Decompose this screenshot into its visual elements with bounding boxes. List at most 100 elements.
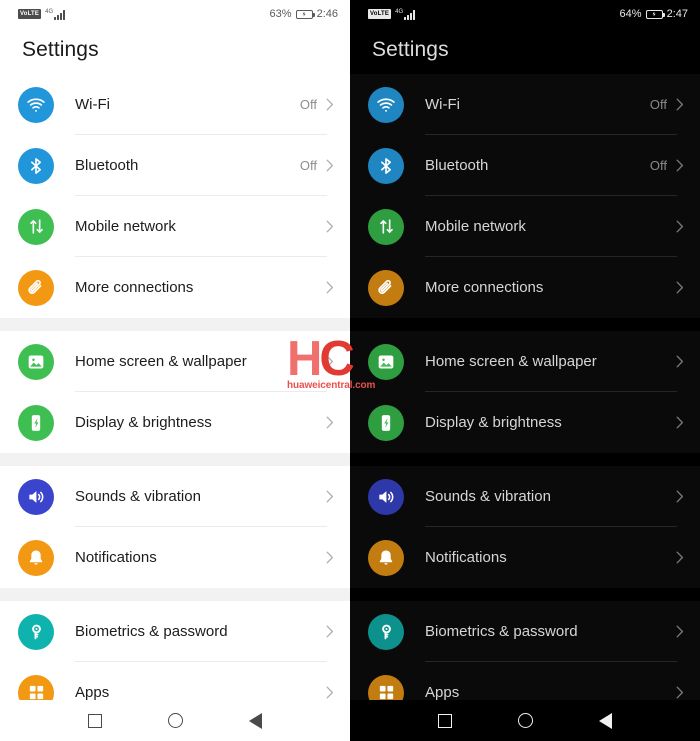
settings-row-label: Mobile network (75, 218, 176, 235)
chevron-right-icon (676, 490, 684, 503)
signal-bars-icon: 4G (45, 8, 66, 20)
settings-group: Sounds & vibration Notifications (350, 466, 700, 588)
settings-row-label: Display & brightness (425, 414, 562, 431)
recents-square-icon[interactable] (434, 710, 456, 732)
settings-row-value: Off (649, 97, 667, 112)
bluetooth-icon (18, 147, 54, 184)
chevron-right-icon (326, 98, 334, 111)
settings-row-label: Bluetooth (425, 157, 489, 174)
mobile-network-icon (18, 208, 54, 245)
wallpaper-icon (368, 343, 404, 380)
chevron-right-icon (676, 159, 684, 172)
battery-charging-icon (295, 9, 315, 19)
settings-row-label: Apps (425, 684, 460, 701)
paperclip-icon (18, 269, 54, 306)
settings-row[interactable]: Bluetooth Off (0, 135, 350, 196)
chevron-right-icon (326, 416, 334, 429)
chevron-right-icon (326, 686, 334, 699)
settings-row-value: Off (649, 158, 667, 173)
home-circle-icon[interactable] (164, 710, 186, 732)
battery-percent: 64% (619, 8, 642, 20)
signal-bars-icon: 4G (395, 8, 416, 20)
settings-row-label: Wi-Fi (425, 96, 460, 113)
section-gap (350, 588, 700, 601)
bell-icon (18, 539, 54, 576)
settings-row-label: More connections (75, 279, 194, 296)
settings-row-label: Wi-Fi (75, 96, 110, 113)
settings-group: Wi-Fi Off Bluetooth Off Mobile network More c… (0, 74, 350, 318)
settings-row-value: Off (299, 97, 317, 112)
clock: 2:46 (316, 8, 338, 20)
settings-row[interactable]: Home screen & wallpaper (350, 331, 700, 392)
mobile-network-icon (368, 208, 404, 245)
phone-panel-light: VoLTE 4G 63% 2:46 Settings Wi-Fi Off Bluetooth O… (0, 0, 350, 741)
settings-row[interactable]: Wi-Fi Off (0, 74, 350, 135)
settings-row[interactable]: Home screen & wallpaper (0, 331, 350, 392)
key-icon (18, 613, 54, 650)
status-bar-right: 64% 2:47 (620, 8, 688, 20)
network-type-label: 4G (395, 8, 404, 15)
status-bar-left: VoLTE 4G (18, 8, 66, 20)
settings-row[interactable]: Mobile network (350, 196, 700, 257)
settings-row[interactable]: Display & brightness (350, 392, 700, 453)
section-gap (0, 588, 350, 601)
settings-row[interactable]: Bluetooth Off (350, 135, 700, 196)
volte-icon: VoLTE (18, 9, 42, 19)
settings-row-label: Mobile network (425, 218, 526, 235)
phone-panel-dark: VoLTE 4G 64% 2:47 Settings Wi-Fi Off Bluetooth O… (350, 0, 700, 741)
wifi-icon (18, 86, 54, 123)
settings-group: Sounds & vibration Notifications (0, 466, 350, 588)
settings-row-label: Notifications (75, 549, 157, 566)
chevron-right-icon (326, 355, 334, 368)
dual-screenshot-comparison: VoLTE 4G 63% 2:46 Settings Wi-Fi Off Bluetooth O… (0, 0, 700, 741)
volte-icon: VoLTE (368, 9, 392, 19)
settings-row[interactable]: Wi-Fi Off (350, 74, 700, 135)
chevron-right-icon (676, 686, 684, 699)
settings-row-label: Biometrics & password (425, 623, 578, 640)
settings-row-label: Notifications (425, 549, 507, 566)
signal-bars (54, 9, 66, 20)
section-gap (0, 318, 350, 331)
chevron-right-icon (326, 220, 334, 233)
home-circle-icon[interactable] (514, 710, 536, 732)
settings-row[interactable]: Mobile network (0, 196, 350, 257)
clock: 2:47 (666, 8, 688, 20)
settings-row-label: Sounds & vibration (425, 488, 551, 505)
bluetooth-icon (368, 147, 404, 184)
settings-row[interactable]: Biometrics & password (350, 601, 700, 662)
settings-row[interactable]: Notifications (0, 527, 350, 588)
back-triangle-icon[interactable] (594, 710, 616, 732)
settings-row[interactable]: More connections (350, 257, 700, 318)
chevron-right-icon (326, 551, 334, 564)
settings-row-label: Biometrics & password (75, 623, 228, 640)
back-triangle-icon[interactable] (244, 710, 266, 732)
settings-row[interactable]: More connections (0, 257, 350, 318)
battery-charging-icon (645, 9, 665, 19)
settings-row[interactable]: Biometrics & password (0, 601, 350, 662)
speaker-icon (18, 478, 54, 515)
chevron-right-icon (326, 281, 334, 294)
chevron-right-icon (676, 220, 684, 233)
settings-row-label: Home screen & wallpaper (75, 353, 247, 370)
chevron-right-icon (676, 551, 684, 564)
settings-group: Home screen & wallpaper Display & brightn… (0, 331, 350, 453)
key-icon (368, 613, 404, 650)
settings-row-label: Bluetooth (75, 157, 139, 174)
settings-row-label: More connections (425, 279, 544, 296)
network-type-label: 4G (45, 8, 54, 15)
settings-row[interactable]: Display & brightness (0, 392, 350, 453)
section-gap (0, 453, 350, 466)
recents-square-icon[interactable] (84, 710, 106, 732)
settings-group: Wi-Fi Off Bluetooth Off Mobile network More c… (350, 74, 700, 318)
chevron-right-icon (326, 159, 334, 172)
status-bar: VoLTE 4G 63% 2:46 (0, 0, 350, 28)
settings-row-value: Off (299, 158, 317, 173)
settings-group: Home screen & wallpaper Display & brightn… (350, 331, 700, 453)
settings-row[interactable]: Sounds & vibration (350, 466, 700, 527)
settings-row[interactable]: Sounds & vibration (0, 466, 350, 527)
chevron-right-icon (676, 625, 684, 638)
display-icon (368, 404, 404, 441)
settings-row[interactable]: Notifications (350, 527, 700, 588)
chevron-right-icon (326, 490, 334, 503)
bell-icon (368, 539, 404, 576)
